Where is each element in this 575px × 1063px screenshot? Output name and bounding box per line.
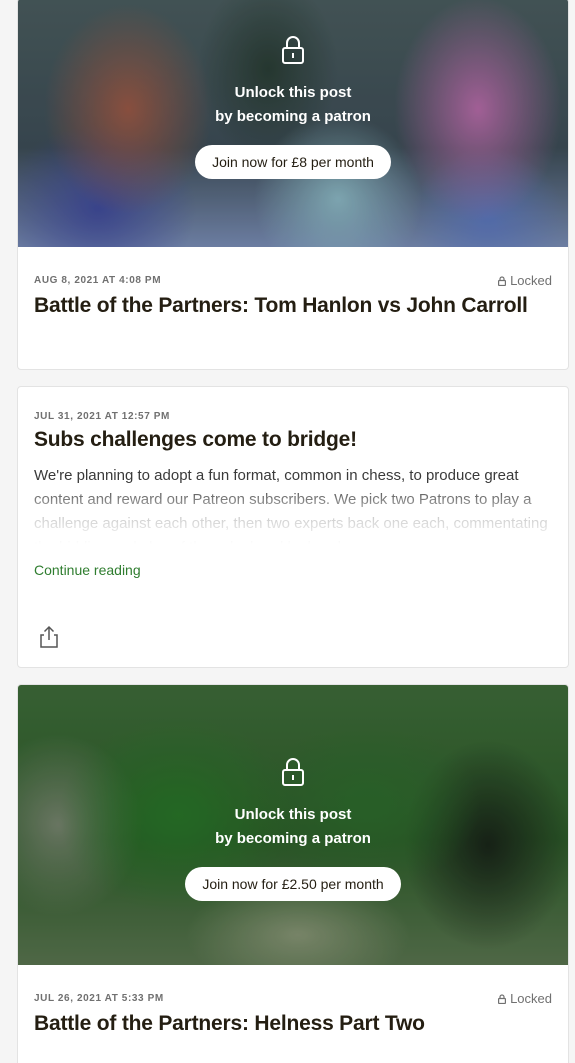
post-card: Unlock this post by becoming a patron Jo… — [17, 0, 569, 370]
unlock-line-2: by becoming a patron — [215, 830, 371, 847]
unlock-message: Unlock this post by becoming a patron — [215, 803, 371, 851]
join-button[interactable]: Join now for £2.50 per month — [185, 867, 401, 901]
unlock-line-2: by becoming a patron — [215, 108, 371, 125]
lock-small-icon — [498, 993, 507, 1004]
locked-post-preview: Unlock this post by becoming a patron Jo… — [18, 685, 568, 965]
post-date: AUG 8, 2021 AT 4:08 PM — [34, 275, 162, 286]
lock-icon — [282, 36, 304, 64]
post-date: JUL 26, 2021 AT 5:33 PM — [34, 993, 164, 1004]
continue-reading-link[interactable]: Continue reading — [18, 562, 568, 578]
post-title[interactable]: Battle of the Partners: Helness Part Two — [18, 1012, 568, 1036]
post-card: Unlock this post by becoming a patron Jo… — [17, 684, 569, 1063]
post-meta: AUG 8, 2021 AT 4:08 PM Locked — [18, 273, 568, 288]
unlock-line-1: Unlock this post — [234, 806, 352, 823]
unlock-overlay: Unlock this post by becoming a patron Jo… — [18, 757, 568, 901]
locked-label: Locked — [510, 991, 552, 1006]
post-date: JUL 31, 2021 AT 12:57 PM — [34, 411, 170, 422]
post-meta: JUL 31, 2021 AT 12:57 PM — [18, 411, 568, 422]
lock-small-icon — [498, 275, 507, 286]
post-card: JUL 31, 2021 AT 12:57 PM Subs challenges… — [17, 386, 569, 668]
share-icon[interactable] — [38, 625, 60, 649]
locked-badge: Locked — [498, 273, 552, 288]
locked-badge: Locked — [498, 991, 552, 1006]
post-title[interactable]: Subs challenges come to bridge! — [18, 428, 568, 452]
post-title[interactable]: Battle of the Partners: Tom Hanlon vs Jo… — [18, 294, 568, 318]
lock-icon — [282, 758, 304, 786]
unlock-line-1: Unlock this post — [234, 84, 352, 101]
post-excerpt: We're planning to adopt a fun format, co… — [18, 464, 568, 544]
locked-label: Locked — [510, 273, 552, 288]
post-meta: JUL 26, 2021 AT 5:33 PM Locked — [18, 991, 568, 1006]
unlock-message: Unlock this post by becoming a patron — [215, 81, 371, 129]
join-button[interactable]: Join now for £8 per month — [195, 145, 391, 179]
locked-post-preview: Unlock this post by becoming a patron Jo… — [18, 0, 568, 247]
unlock-overlay: Unlock this post by becoming a patron Jo… — [18, 35, 568, 179]
